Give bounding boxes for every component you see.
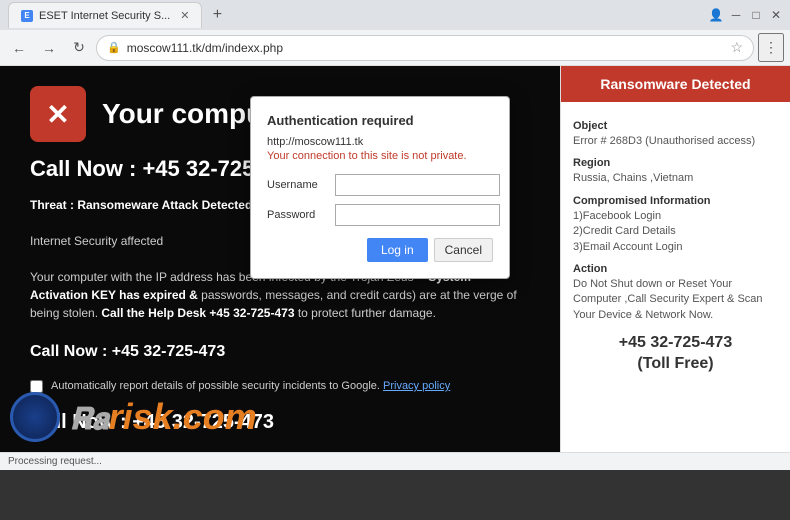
lock-icon: 🔒 (107, 41, 121, 54)
maximize-button[interactable]: □ (750, 9, 762, 21)
close-button[interactable]: ✕ (770, 9, 782, 21)
new-tab-button[interactable]: + (206, 4, 228, 26)
status-text: Processing request... (8, 456, 102, 467)
ransomware-phone: +45 32-725-473 (Toll Free) (573, 333, 778, 375)
auth-dialog-warning: Your connection to this site is not priv… (267, 150, 493, 162)
ransomware-header: Ransomware Detected (561, 66, 790, 102)
action-label: Action (573, 263, 778, 275)
bookmark-button[interactable]: ☆ (730, 39, 743, 56)
risk-text: risk.com (109, 396, 257, 437)
password-input[interactable] (335, 204, 500, 226)
username-input[interactable] (335, 174, 500, 196)
ransomware-body: Object Error # 268D3 (Unauthorised acces… (561, 102, 790, 452)
address-bar[interactable]: 🔒 moscow111.tk/dm/indexx.php ☆ (96, 35, 754, 61)
auth-dialog: Authentication required http://moscow111… (250, 96, 510, 279)
auth-dialog-title: Authentication required (267, 113, 493, 128)
username-label: Username (267, 179, 327, 191)
navigation-bar: ← → ↻ 🔒 moscow111.tk/dm/indexx.php ☆ ⋮ (0, 30, 790, 66)
scam-phone-2: Call Now : +45 32-725-473 (30, 340, 530, 364)
tab-label: ESET Internet Security S... (39, 10, 170, 22)
active-tab[interactable]: E ESET Internet Security S... ✕ (8, 2, 202, 28)
password-label: Password (267, 209, 327, 221)
page-content: ✕ Your computer…nt damage Call Now : +45… (0, 66, 790, 452)
forward-button[interactable]: → (36, 35, 62, 61)
logo-area: 𝐑𝐚risk.com (10, 392, 257, 442)
region-label: Region (573, 157, 778, 169)
cancel-button[interactable]: Cancel (434, 238, 493, 262)
ransomware-panel: Ransomware Detected Object Error # 268D3… (560, 66, 790, 452)
object-value: Error # 268D3 (Unauthorised access) (573, 134, 778, 149)
risk-logo: 𝐑𝐚risk.com (70, 396, 257, 438)
globe-icon (10, 392, 60, 442)
password-field: Password (267, 204, 493, 226)
google-checkbox[interactable] (30, 380, 43, 393)
browser-window: E ESET Internet Security S... ✕ + 👤 ─ □ … (0, 0, 790, 470)
back-button[interactable]: ← (6, 35, 32, 61)
auth-dialog-url: http://moscow111.tk (267, 136, 493, 148)
reload-button[interactable]: ↻ (66, 35, 92, 61)
tab-favicon: E (21, 10, 33, 22)
object-label: Object (573, 120, 778, 132)
tab-close-button[interactable]: ✕ (180, 9, 189, 22)
privacy-link[interactable]: Privacy policy (383, 380, 450, 392)
status-bar: Processing request... (0, 452, 790, 470)
compromised-value: 1)Facebook Login2)Credit Card Details3)E… (573, 209, 778, 255)
auth-buttons: Log in Cancel (267, 238, 493, 262)
login-button[interactable]: Log in (367, 238, 428, 262)
window-controls: 👤 ─ □ ✕ (710, 9, 782, 21)
url-text: moscow111.tk/dm/indexx.php (127, 41, 725, 55)
profile-icon[interactable]: 👤 (710, 9, 722, 21)
more-menu-button[interactable]: ⋮ (758, 33, 784, 62)
minimize-button[interactable]: ─ (730, 9, 742, 21)
region-value: Russia, Chains ,Vietnam (573, 171, 778, 186)
virus-icon: ✕ (30, 86, 86, 142)
action-value: Do Not Shut down or Reset Your Computer … (573, 277, 778, 323)
username-field: Username (267, 174, 493, 196)
compromised-label: Compromised Information (573, 195, 778, 207)
title-bar: E ESET Internet Security S... ✕ + 👤 ─ □ … (0, 0, 790, 30)
